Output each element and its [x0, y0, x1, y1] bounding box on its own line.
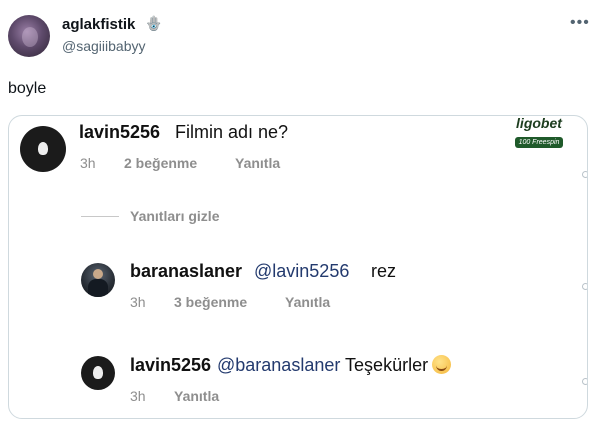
comment-username[interactable]: lavin5256 [79, 122, 160, 143]
ligobet-logo: ligobet 100 Freespin [509, 115, 569, 148]
comment-text: Filmin adı ne? [175, 122, 289, 142]
reply-reply-button[interactable]: Yanıtla [174, 388, 219, 404]
reply-text: Teşekürler [345, 355, 429, 375]
ligobet-name: ligobet [516, 115, 562, 131]
reply-reply-button[interactable]: Yanıtla [285, 294, 330, 310]
hamsa-icon: 🪬 [145, 15, 163, 31]
avatar[interactable] [20, 126, 66, 172]
reply-username[interactable]: lavin5256 [130, 355, 211, 376]
like-heart-icon[interactable] [580, 376, 587, 388]
reply-text: rez [371, 261, 397, 281]
reply-mention[interactable]: @baranaslaner [217, 355, 340, 375]
hide-replies-button[interactable]: Yanıtları gizle [130, 208, 219, 224]
hide-replies-line [81, 216, 119, 217]
reply-time: 3h [130, 388, 146, 404]
reply-username[interactable]: baranaslaner [130, 261, 242, 282]
embedded-image[interactable]: ligobet 100 Freespin lavin5256 Filmin ad… [8, 115, 588, 419]
comment-reply-button[interactable]: Yanıtla [235, 155, 280, 171]
more-options-icon[interactable]: ••• [570, 14, 590, 32]
reply-time: 3h [130, 294, 146, 310]
comment-time: 3h [80, 155, 96, 171]
author-handle[interactable]: @sagiiibabyy [62, 38, 145, 54]
reply-body: @baranaslaner Teşekürler [217, 355, 452, 376]
freespin-badge: 100 Freespin [514, 137, 564, 148]
tweet-text: boyle [8, 80, 47, 97]
smile-icon [432, 355, 452, 374]
like-heart-icon[interactable] [580, 169, 587, 181]
tweet-avatar[interactable] [8, 15, 50, 57]
avatar[interactable] [81, 356, 115, 390]
avatar[interactable] [81, 263, 115, 297]
like-heart-icon[interactable] [580, 281, 587, 293]
silhouette-icon [38, 142, 48, 155]
reply-mention[interactable]: @lavin5256 [254, 261, 349, 282]
author-name[interactable]: aglakfistik [62, 16, 135, 33]
silhouette-icon [93, 366, 103, 379]
reply-likes[interactable]: 3 beğenme [174, 294, 247, 310]
comment-likes[interactable]: 2 beğenme [124, 155, 197, 171]
